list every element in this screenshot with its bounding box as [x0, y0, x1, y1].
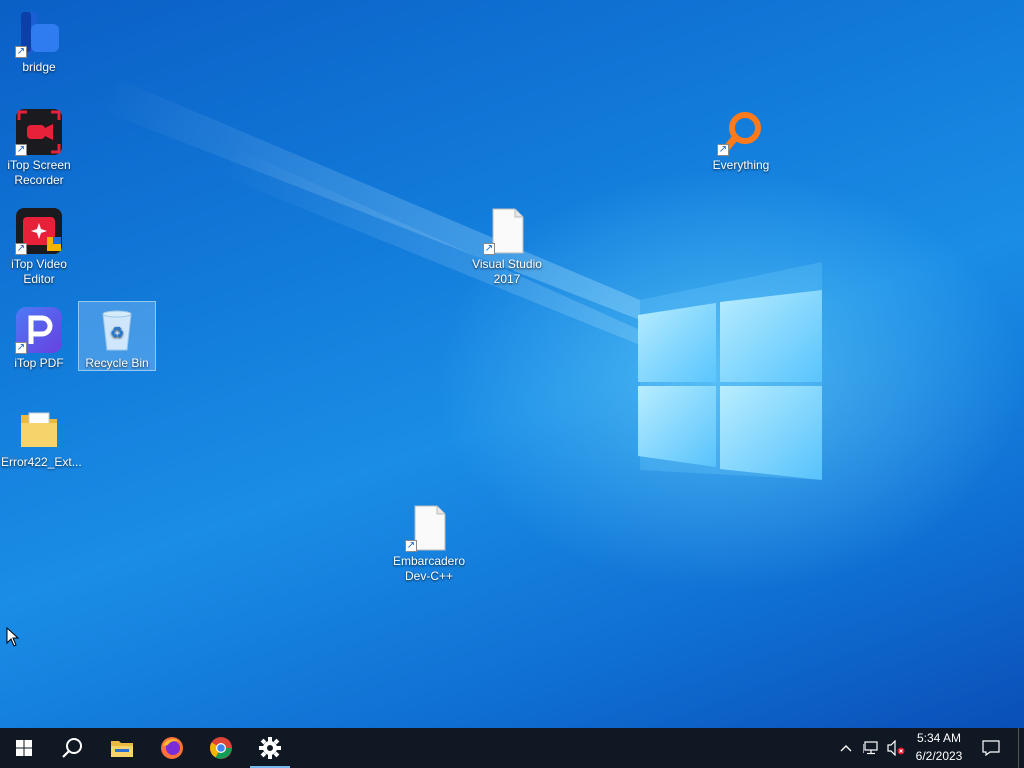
- file-explorer-button[interactable]: [98, 728, 146, 768]
- chrome-icon: [210, 737, 232, 759]
- desktop-icon-everything[interactable]: ↗ Everything: [703, 104, 779, 173]
- desktop-icon-itop-screen-recorder[interactable]: ↗ iTop Screen Recorder: [1, 104, 77, 188]
- notification-icon: [982, 740, 1000, 756]
- network-icon: [863, 741, 878, 755]
- desktop-icon-bridge[interactable]: ↗ bridge: [1, 6, 77, 75]
- search-button[interactable]: [48, 728, 96, 768]
- desktop-icon-itop-pdf[interactable]: ↗ iTop PDF: [1, 302, 77, 371]
- desktop-icon-label: iTop Screen Recorder: [7, 158, 71, 187]
- folder-icon: [21, 412, 57, 447]
- desktop-icon-label: Embarcadero Dev-C++: [392, 554, 466, 583]
- desktop-icon-itop-video-editor[interactable]: ↗ iTop Video Editor: [1, 203, 77, 287]
- desktop-icon-visual-studio-2017[interactable]: ↗ Visual Studio 2017: [469, 203, 545, 287]
- shortcut-arrow-icon: ↗: [15, 243, 27, 255]
- volume-button[interactable]: [884, 728, 908, 768]
- desktop-icon-embarcadero-dev-cpp[interactable]: ↗ Embarcadero Dev-C++: [391, 500, 467, 584]
- desktop-icon-label: Visual Studio 2017: [472, 257, 542, 286]
- desktop-icon-label: iTop PDF: [14, 356, 64, 370]
- chevron-up-icon: [840, 745, 852, 752]
- show-desktop-button[interactable]: [1018, 728, 1024, 768]
- clock-time: 5:34 AM: [916, 731, 962, 745]
- shortcut-arrow-icon: ↗: [15, 342, 27, 354]
- volume-muted-icon: [887, 740, 905, 756]
- desktop-icon-error422-folder[interactable]: Error422_Ext...: [1, 401, 82, 470]
- mouse-cursor-icon: [6, 627, 20, 647]
- desktop-icon-label: Recycle Bin: [85, 356, 149, 370]
- desktop-icon-label: Error422_Ext...: [1, 455, 82, 469]
- windows-logo-icon: [16, 740, 32, 756]
- shortcut-arrow-icon: ↗: [717, 144, 729, 156]
- firefox-button[interactable]: [148, 728, 196, 768]
- clock-date: 6/2/2023: [915, 749, 963, 763]
- settings-button[interactable]: [246, 728, 294, 768]
- desktop-icon-label: iTop Video Editor: [11, 257, 67, 286]
- shortcut-arrow-icon: ↗: [483, 243, 495, 255]
- shortcut-arrow-icon: ↗: [405, 540, 417, 552]
- search-icon: [62, 738, 82, 758]
- desktop-icon-label: Everything: [712, 158, 770, 172]
- desktop[interactable]: ↗ bridge ↗ iTop Screen Recorder ↗ iTop V…: [0, 0, 1024, 728]
- windows-logo-art: [638, 290, 822, 480]
- gear-icon: [259, 737, 281, 759]
- svg-text:♻: ♻: [110, 323, 124, 342]
- recycle-bin-icon: ♻: [102, 310, 132, 351]
- tray-overflow-button[interactable]: [834, 728, 858, 768]
- firefox-icon: [161, 737, 183, 759]
- taskbar: 5:34 AM 6/2/2023: [0, 728, 1024, 768]
- desktop-icon-recycle-bin[interactable]: ♻ Recycle Bin: [78, 301, 156, 371]
- desktop-icon-label: bridge: [22, 60, 56, 74]
- shortcut-arrow-icon: ↗: [15, 46, 27, 58]
- folder-icon: [111, 741, 133, 757]
- clock[interactable]: 5:34 AM 6/2/2023: [910, 728, 968, 768]
- start-button[interactable]: [0, 728, 48, 768]
- chrome-button[interactable]: [197, 728, 245, 768]
- shortcut-arrow-icon: ↗: [15, 144, 27, 156]
- action-center-button[interactable]: [968, 728, 1014, 768]
- network-button[interactable]: [858, 728, 884, 768]
